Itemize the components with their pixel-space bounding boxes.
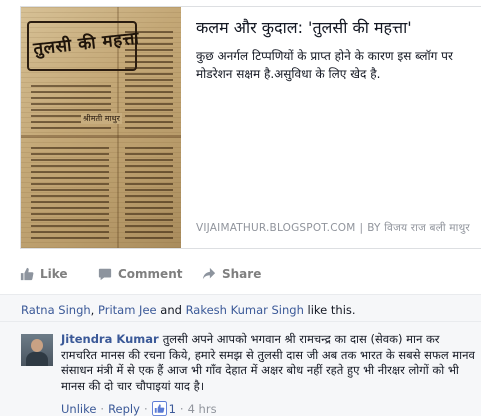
comment-meta: Unlike · Reply · 1 · 4 hrs [61, 401, 217, 416]
paper-fold [21, 135, 181, 138]
meta-dot: · [179, 401, 184, 416]
like-label: Like [40, 267, 68, 281]
thumbs-up-icon [20, 267, 34, 281]
comment-text: Jitendra Kumar तुलसी अपने आपको भगवान श्री… [61, 332, 475, 394]
comment-time[interactable]: 4 hrs [188, 402, 217, 416]
link-preview-card[interactable]: तुलसी की महत्ता श्रीमती माथुर कलम और कुद… [20, 6, 481, 249]
reply-link[interactable]: Reply [108, 402, 140, 416]
likes-summary-bar: Ratna Singh, Pritam Jee and Rakesh Kumar… [0, 294, 481, 322]
small-thumbs-up-icon[interactable] [151, 401, 167, 416]
liker-link[interactable]: Pritam Jee [98, 303, 157, 317]
comment-bubble-icon [98, 268, 112, 281]
likes-and: and [160, 303, 182, 317]
unlike-link[interactable]: Unlike [61, 402, 96, 416]
share-button[interactable]: Share [202, 267, 261, 281]
preview-title[interactable]: कलम और कुदाल: 'तुलसी की महत्ता' [196, 16, 412, 38]
source-separator: | [359, 222, 364, 234]
share-arrow-icon [202, 267, 216, 280]
preview-description: कुछ अनर्गल टिप्पणियों के प्राप्त होने के… [196, 49, 453, 81]
meta-dot: · [100, 401, 105, 416]
comment-like-count[interactable]: 1 [169, 402, 176, 416]
preview-author[interactable]: विजय राज बली माथुर [384, 222, 470, 234]
comment-button[interactable]: Comment [98, 267, 202, 281]
action-bar: Like Comment Share [20, 262, 261, 286]
avatar[interactable] [21, 334, 53, 366]
preview-thumbnail[interactable]: तुलसी की महत्ता श्रीमती माथुर [21, 7, 181, 248]
by-label: BY [367, 222, 381, 234]
newspaper-byline: श्रीमती माथुर [81, 113, 122, 124]
preview-source: VIJAIMATHUR.BLOGSPOT.COM | BY विजय राज बली… [196, 221, 470, 235]
like-button[interactable]: Like [20, 267, 98, 281]
share-label: Share [222, 267, 262, 281]
likes-summary: Ratna Singh, Pritam Jee and Rakesh Kumar… [21, 303, 356, 317]
likes-comma: , [90, 303, 95, 317]
likes-suffix: like this. [307, 303, 356, 317]
newspaper-column [125, 147, 173, 239]
avatar-head [31, 339, 43, 352]
meta-dot: · [143, 401, 148, 416]
comment-author[interactable]: Jitendra Kumar [61, 332, 159, 346]
avatar-body [26, 352, 48, 366]
comment-item: Jitendra Kumar तुलसी अपने आपको भगवान श्री… [0, 322, 481, 416]
preview-domain: VIJAIMATHUR.BLOGSPOT.COM [196, 222, 356, 234]
liker-link[interactable]: Rakesh Kumar Singh [186, 303, 304, 317]
comment-label: Comment [118, 267, 183, 281]
newspaper-column [31, 147, 109, 239]
liker-link[interactable]: Ratna Singh [21, 303, 91, 317]
